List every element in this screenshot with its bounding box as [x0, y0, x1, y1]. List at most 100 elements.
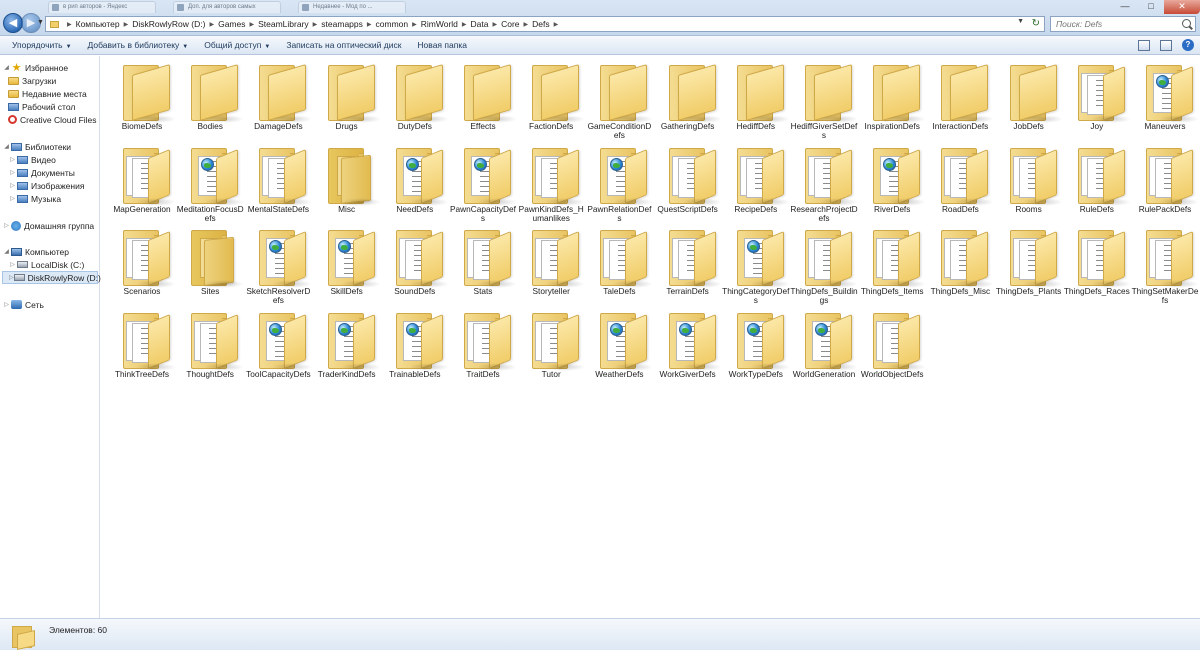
- nav-downloads[interactable]: Загрузки: [8, 74, 56, 87]
- folder-item[interactable]: Misc: [313, 141, 381, 223]
- burn-button[interactable]: Записать на оптический диск: [278, 40, 409, 50]
- nav-music[interactable]: ▷ Музыка: [8, 192, 61, 205]
- folder-item[interactable]: SkillDefs: [313, 223, 381, 305]
- folder-item[interactable]: SketchResolverDefs: [244, 223, 313, 305]
- folder-item[interactable]: InspirationDefs: [858, 58, 927, 140]
- preview-pane-icon[interactable]: [1160, 39, 1172, 51]
- nav-images[interactable]: ▷ Изображения: [8, 179, 84, 192]
- background-tab[interactable]: в рип авторов - Яндекс: [48, 1, 156, 13]
- maximize-button[interactable]: □: [1138, 0, 1164, 14]
- address-history-dropdown[interactable]: ▼: [1017, 18, 1024, 25]
- folder-item[interactable]: Scenarios: [108, 223, 176, 305]
- folder-item[interactable]: ThingCategoryDefs: [722, 223, 790, 305]
- folder-item[interactable]: MapGeneration: [108, 141, 176, 223]
- folder-item[interactable]: InteractionDefs: [926, 58, 995, 140]
- nav-computer[interactable]: ◢ Компьютер: [2, 245, 69, 258]
- folder-item[interactable]: Storyteller: [517, 223, 586, 305]
- folder-item[interactable]: Tutor: [517, 306, 586, 388]
- refresh-icon[interactable]: ↻: [1032, 18, 1040, 29]
- breadcrumb-item[interactable]: Defs ▶: [532, 19, 562, 29]
- expand-arrow-icon[interactable]: ▷: [2, 222, 11, 229]
- new-folder-button[interactable]: Новая папка: [409, 40, 475, 50]
- collapse-arrow-icon[interactable]: ◢: [2, 248, 11, 255]
- folder-item[interactable]: TaleDefs: [585, 223, 654, 305]
- folder-item[interactable]: ThingDefs_Buildings: [790, 223, 858, 305]
- folder-item[interactable]: JobDefs: [995, 58, 1063, 140]
- folder-item[interactable]: Rooms: [995, 141, 1063, 223]
- search-icon[interactable]: [1182, 19, 1191, 28]
- breadcrumb-chevron-icon[interactable]: ▶: [412, 21, 417, 28]
- breadcrumb-item[interactable]: Games ▶: [218, 19, 258, 29]
- folder-item[interactable]: TerrainDefs: [654, 223, 722, 305]
- folder-item[interactable]: ThingSetMakerDefs: [1131, 223, 1199, 305]
- back-arrow-icon[interactable]: ◀: [3, 13, 23, 33]
- folder-item[interactable]: ThinkTreeDefs: [108, 306, 176, 388]
- folder-item[interactable]: ToolCapacityDefs: [244, 306, 313, 388]
- nav-documents[interactable]: ▷ Документы: [8, 166, 75, 179]
- folder-item[interactable]: ThingDefs_Items: [858, 223, 927, 305]
- folder-item[interactable]: DutyDefs: [381, 58, 449, 140]
- expand-arrow-icon[interactable]: ▷: [8, 261, 17, 268]
- folder-item[interactable]: FactionDefs: [517, 58, 586, 140]
- folder-item[interactable]: TraderKindDefs: [313, 306, 381, 388]
- expand-arrow-icon[interactable]: ▷: [8, 156, 17, 163]
- breadcrumb-chevron-icon[interactable]: ▶: [367, 21, 372, 28]
- folder-item[interactable]: RoadDefs: [926, 141, 995, 223]
- folder-item[interactable]: SoundDefs: [381, 223, 449, 305]
- collapse-arrow-icon[interactable]: ◢: [2, 64, 11, 71]
- recent-pages-dropdown[interactable]: ▼: [37, 19, 44, 26]
- folder-item[interactable]: RiverDefs: [858, 141, 927, 223]
- minimize-button[interactable]: —: [1112, 0, 1138, 14]
- folder-item[interactable]: QuestScriptDefs: [654, 141, 722, 223]
- breadcrumb-item[interactable]: Data ▶: [471, 19, 502, 29]
- expand-arrow-icon[interactable]: ▷: [2, 301, 11, 308]
- folder-item[interactable]: HediffDefs: [722, 58, 790, 140]
- breadcrumb-root-chevron[interactable]: ▶: [63, 21, 76, 28]
- folder-item[interactable]: HediffGiverSetDefs: [790, 58, 858, 140]
- nav-network[interactable]: ▷ Сеть: [2, 298, 44, 311]
- breadcrumb-item[interactable]: SteamLibrary ▶: [258, 19, 321, 29]
- folder-item[interactable]: Effects: [449, 58, 517, 140]
- folder-item[interactable]: ThingDefs_Plants: [995, 223, 1063, 305]
- breadcrumb-item[interactable]: steamapps ▶: [321, 19, 375, 29]
- breadcrumb-item[interactable]: Компьютер ▶: [76, 19, 133, 29]
- folder-item[interactable]: GatheringDefs: [654, 58, 722, 140]
- folder-item[interactable]: WorldGeneration: [790, 306, 858, 388]
- folder-item[interactable]: GameConditionDefs: [585, 58, 654, 140]
- view-mode-icon[interactable]: [1138, 39, 1150, 51]
- folder-item[interactable]: ThoughtDefs: [176, 306, 245, 388]
- folder-item[interactable]: PawnCapacityDefs: [449, 141, 517, 223]
- close-button[interactable]: ✕: [1164, 0, 1200, 14]
- expand-arrow-icon[interactable]: ▷: [8, 195, 17, 202]
- collapse-arrow-icon[interactable]: ◢: [2, 143, 11, 150]
- folder-item[interactable]: PawnRelationDefs: [585, 141, 654, 223]
- breadcrumb-chevron-icon[interactable]: ▶: [209, 21, 214, 28]
- folder-item[interactable]: RulePackDefs: [1131, 141, 1199, 223]
- folder-item[interactable]: WorkTypeDefs: [722, 306, 790, 388]
- help-icon[interactable]: ?: [1182, 39, 1194, 51]
- folder-item[interactable]: BiomeDefs: [108, 58, 176, 140]
- folder-item[interactable]: TrainableDefs: [381, 306, 449, 388]
- folder-item[interactable]: RecipeDefs: [722, 141, 790, 223]
- folder-item[interactable]: ThingDefs_Races: [1063, 223, 1131, 305]
- nav-homegroup[interactable]: ▷ Домашняя группа: [2, 219, 94, 232]
- folder-item[interactable]: Sites: [176, 223, 245, 305]
- breadcrumb-item[interactable]: Core ▶: [501, 19, 532, 29]
- folder-item[interactable]: TraitDefs: [449, 306, 517, 388]
- nav-desktop[interactable]: Рабочий стол: [8, 100, 75, 113]
- folder-item[interactable]: NeedDefs: [381, 141, 449, 223]
- breadcrumb-chevron-icon[interactable]: ▶: [524, 21, 529, 28]
- nav-local-disk-c[interactable]: ▷ LocalDisk (C:): [8, 258, 84, 271]
- address-input[interactable]: ▶ Компьютер ▶ DiskRowlyRow (D:) ▶ Games ▶ Stea…: [45, 16, 1045, 32]
- organize-button[interactable]: Упорядочить ▼: [4, 40, 80, 50]
- folder-item[interactable]: Stats: [449, 223, 517, 305]
- breadcrumb-item[interactable]: RimWorld ▶: [421, 19, 471, 29]
- folder-item[interactable]: Drugs: [313, 58, 381, 140]
- breadcrumb-item[interactable]: common ▶: [376, 19, 421, 29]
- folder-item[interactable]: ThingDefs_Misc: [926, 223, 995, 305]
- folder-item[interactable]: Joy: [1063, 58, 1131, 140]
- nav-libraries[interactable]: ◢ Библиотеки: [2, 140, 71, 153]
- folder-item[interactable]: WeatherDefs: [585, 306, 654, 388]
- share-with-button[interactable]: Общий доступ ▼: [196, 40, 278, 50]
- breadcrumb-chevron-icon[interactable]: ▶: [313, 21, 318, 28]
